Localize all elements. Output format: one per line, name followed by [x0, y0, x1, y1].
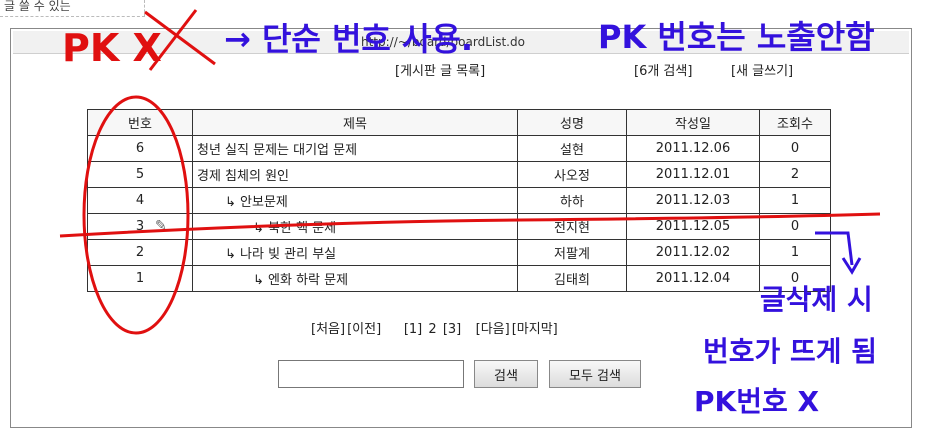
- pager-page-3[interactable]: [3]: [443, 322, 461, 337]
- header-name: 성명: [517, 109, 627, 136]
- row-date: 2011.12.06: [626, 135, 760, 162]
- header-title: 제목: [192, 109, 518, 136]
- corner-text: 글 쓸 수 있는: [0, 0, 145, 17]
- table-row[interactable]: 6 청년 실직 문제는 대기업 문제 설현 2011.12.06 0: [87, 135, 831, 162]
- table-row[interactable]: 1 ↳ 엔화 하락 문제 김태희 2011.12.04 0: [87, 265, 831, 292]
- pagination: [처음] [이전] [1] 2 [3] [다음] [마지막]: [311, 318, 560, 337]
- row-name: 저팔계: [517, 239, 627, 266]
- pager-page-2: 2: [428, 322, 437, 337]
- pager-first[interactable]: [처음]: [311, 322, 345, 337]
- annotation-delete-note-3: PK번호 X: [694, 385, 820, 418]
- row-date: 2011.12.05: [626, 213, 760, 240]
- annotation-delete-note-2: 번호가 뜨게 됨: [703, 335, 878, 368]
- row-title[interactable]: 청년 실직 문제는 대기업 문제: [192, 135, 518, 162]
- board-list-link[interactable]: [게시판 글 목록]: [395, 60, 485, 79]
- new-post-link[interactable]: [새 글쓰기]: [731, 60, 793, 79]
- row-no: 2: [87, 239, 193, 266]
- search-input[interactable]: [278, 360, 464, 388]
- search-button[interactable]: 검색: [474, 360, 538, 388]
- pager-next[interactable]: [다음]: [476, 322, 510, 337]
- row-name: 김태희: [517, 265, 627, 292]
- row-date: 2011.12.02: [626, 239, 760, 266]
- row-title[interactable]: 경제 침체의 원인: [192, 161, 518, 188]
- row-name: 설현: [517, 135, 627, 162]
- annotation-arrow-note: → 단순 번호 사용.: [224, 20, 474, 58]
- row-no: 5: [87, 161, 193, 188]
- header-date: 작성일: [626, 109, 760, 136]
- table-row[interactable]: 3 ↳ 북한 핵 문제 전지현 2011.12.05 0: [87, 213, 831, 240]
- annotation-pk-x: PK X: [62, 26, 162, 70]
- pager-page-1[interactable]: [1]: [404, 322, 422, 337]
- table-row[interactable]: 2 ↳ 나라 빚 관리 부실 저팔계 2011.12.02 1: [87, 239, 831, 266]
- board-table: 번호 제목 성명 작성일 조회수 6 청년 실직 문제는 대기업 문제 설현 2011…: [87, 109, 831, 292]
- row-views: 0: [759, 135, 831, 162]
- row-date: 2011.12.03: [626, 187, 760, 214]
- row-name: 사오정: [517, 161, 627, 188]
- search-count: [6개 검색]: [634, 64, 693, 79]
- row-no: 6: [87, 135, 193, 162]
- row-date: 2011.12.01: [626, 161, 760, 188]
- annotation-pk-hidden: PK 번호는 노출안함: [598, 18, 875, 56]
- search-all-button[interactable]: 모두 검색: [549, 360, 641, 388]
- pencil-icon: ✎: [155, 218, 167, 234]
- row-title[interactable]: ↳ 북한 핵 문제: [192, 213, 518, 240]
- row-no: 4: [87, 187, 193, 214]
- row-views: 0: [759, 213, 831, 240]
- row-views: 1: [759, 187, 831, 214]
- row-views: 1: [759, 239, 831, 266]
- annotation-delete-note-1: 글삭제 시: [760, 283, 873, 316]
- row-views: 2: [759, 161, 831, 188]
- pager-prev[interactable]: [이전]: [347, 322, 381, 337]
- table-row[interactable]: 4 ↳ 안보문제 하하 2011.12.03 1: [87, 187, 831, 214]
- pager-last[interactable]: [마지막]: [512, 322, 558, 337]
- table-row[interactable]: 5 경제 침체의 원인 사오정 2011.12.01 2: [87, 161, 831, 188]
- row-title[interactable]: ↳ 안보문제: [192, 187, 518, 214]
- row-no: 3: [87, 213, 193, 240]
- header-views: 조회수: [759, 109, 831, 136]
- table-header-row: 번호 제목 성명 작성일 조회수: [87, 109, 831, 136]
- row-date: 2011.12.04: [626, 265, 760, 292]
- row-no: 1: [87, 265, 193, 292]
- row-title[interactable]: ↳ 나라 빚 관리 부실: [192, 239, 518, 266]
- row-name: 하하: [517, 187, 627, 214]
- header-no: 번호: [87, 109, 193, 136]
- row-title[interactable]: ↳ 엔화 하락 문제: [192, 265, 518, 292]
- row-name: 전지현: [517, 213, 627, 240]
